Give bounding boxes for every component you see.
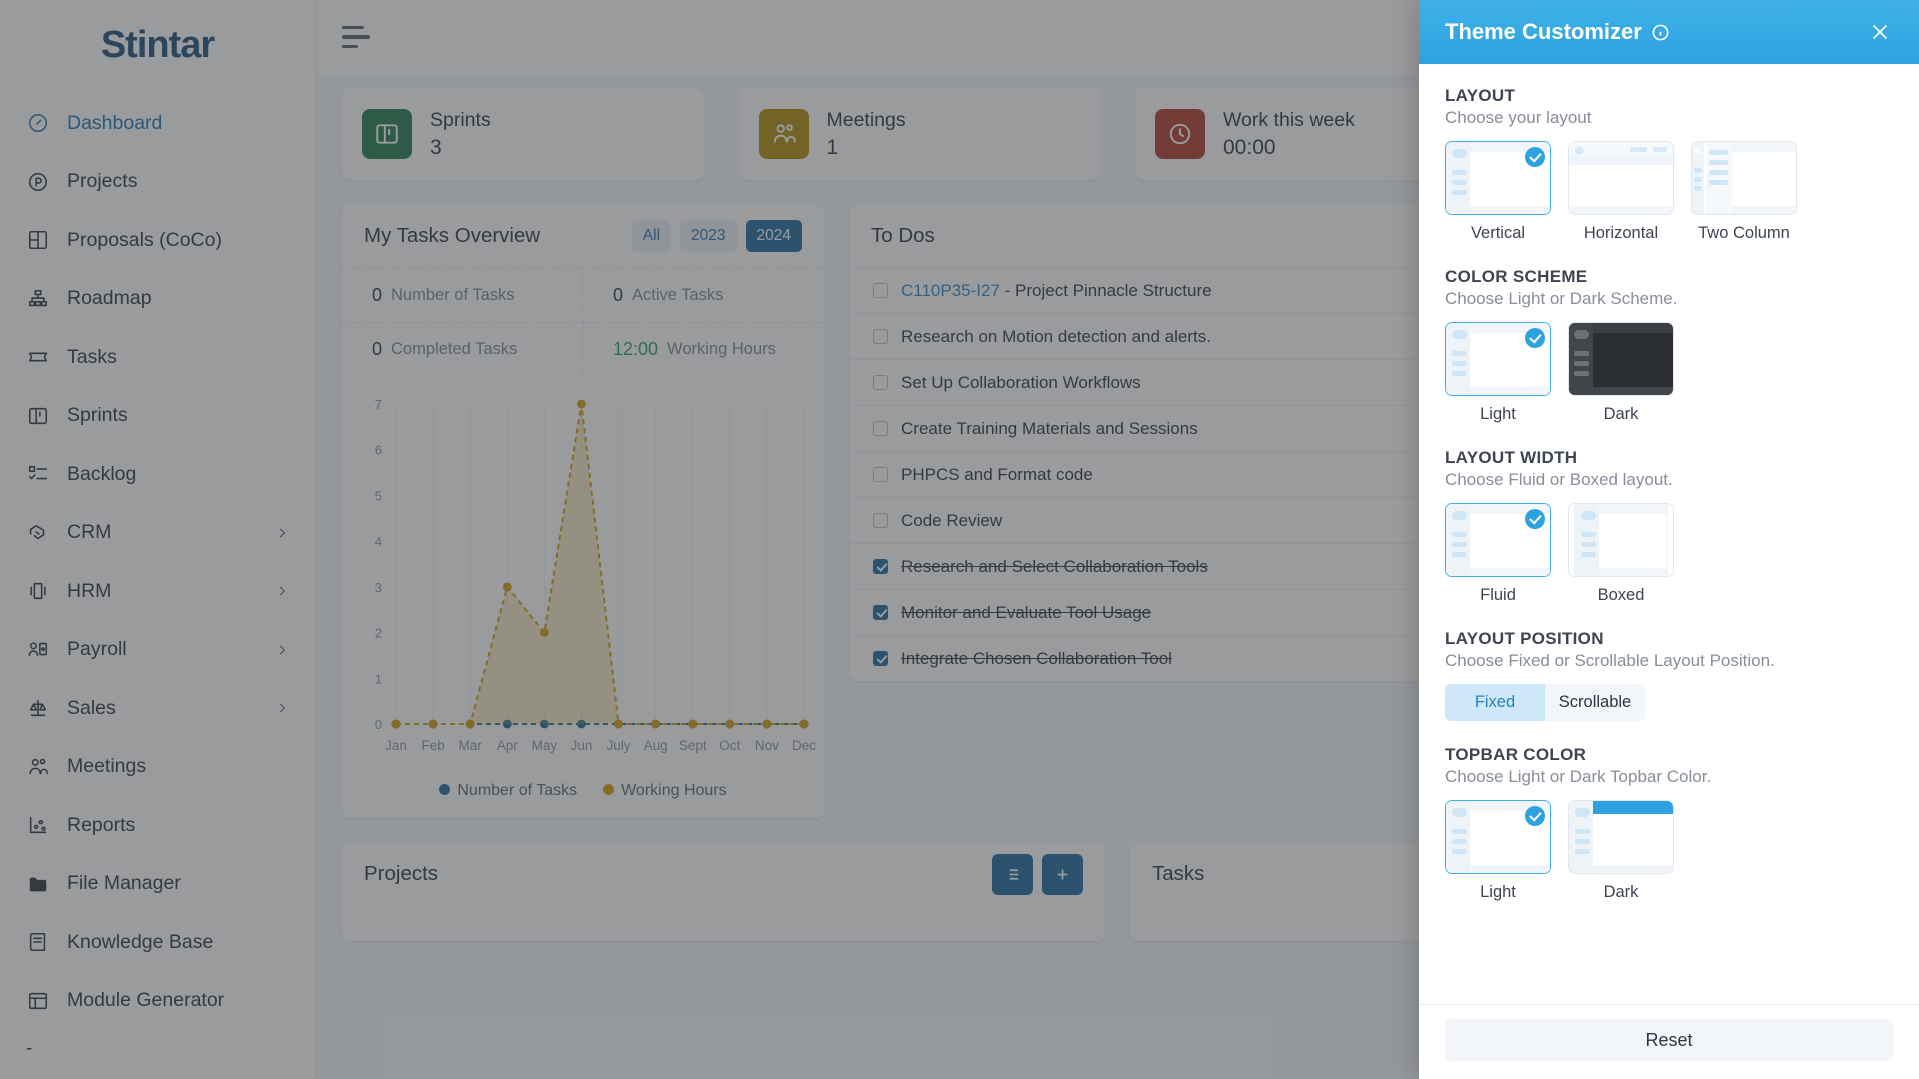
theme-option-label: Light [1480,405,1516,423]
theme-option-dark[interactable]: Dark [1568,322,1674,424]
section-subtitle: Choose Fluid or Boxed layout. [1445,470,1673,489]
theme-option-label: Boxed [1597,586,1645,604]
check-icon [1525,147,1545,167]
theme-option-horizontal[interactable]: Horizontal [1568,141,1674,243]
theme-option-dark[interactable]: Dark [1568,800,1674,902]
section-subtitle: Choose Light or Dark Scheme. [1445,289,1678,308]
section-title: LAYOUT POSITION [1445,629,1604,648]
theme-section: LAYOUT WIDTH Choose Fluid or Boxed layout… [1445,448,1893,605]
theme-option-label: Fluid [1480,586,1516,604]
theme-options: Light Dark [1445,800,1893,902]
theme-option-label: Vertical [1470,224,1526,242]
theme-option-label: Light [1480,883,1516,901]
theme-thumbnail[interactable] [1445,503,1551,577]
theme-option-label: Horizontal [1583,224,1659,242]
theme-thumbnail[interactable] [1568,141,1674,215]
theme-section: LAYOUT POSITION Choose Fixed or Scrollabl… [1445,629,1893,721]
theme-options: Vertical Horizontal Two Column [1445,141,1893,243]
section-subtitle: Choose Fixed or Scrollable Layout Positi… [1445,651,1775,670]
check-icon [1525,328,1545,348]
theme-option-fluid[interactable]: Fluid [1445,503,1551,605]
section-subtitle: Choose your layout [1445,108,1592,127]
theme-option-label: Two Column [1698,224,1790,242]
info-icon[interactable] [1651,23,1670,42]
layout-position-toggle: Fixed Scrollable [1445,684,1645,721]
segment-scrollable[interactable]: Scrollable [1545,684,1645,721]
theme-option-label: Dark [1603,405,1639,423]
theme-customizer-header: Theme Customizer [1419,0,1919,64]
close-icon[interactable] [1867,19,1893,45]
theme-section: COLOR SCHEME Choose Light or Dark Scheme.… [1445,267,1893,424]
check-icon [1525,509,1545,529]
segment-fixed[interactable]: Fixed [1445,684,1545,721]
check-icon [1525,806,1545,826]
section-title: LAYOUT [1445,86,1516,105]
section-title: COLOR SCHEME [1445,267,1588,286]
theme-thumbnail[interactable] [1568,800,1674,874]
theme-customizer-footer: Reset [1419,1004,1919,1079]
theme-thumbnail[interactable] [1568,322,1674,396]
theme-thumbnail[interactable] [1445,322,1551,396]
section-title: TOPBAR COLOR [1445,745,1587,764]
theme-options: Fluid Boxed [1445,503,1893,605]
theme-option-label: Dark [1603,883,1639,901]
theme-option-boxed[interactable]: Boxed [1568,503,1674,605]
theme-customizer-panel: Theme Customizer LAYOUT Choose your layou… [1419,0,1919,1079]
reset-button[interactable]: Reset [1445,1019,1893,1061]
theme-customizer-body: LAYOUT Choose your layout Vertical Horizont… [1419,64,1919,1004]
theme-options: Light Dark [1445,322,1893,424]
theme-option-light[interactable]: Light [1445,322,1551,424]
theme-section: LAYOUT Choose your layout Vertical Horizont… [1445,86,1893,243]
theme-customizer-title: Theme Customizer [1445,19,1642,44]
theme-thumbnail[interactable] [1691,141,1797,215]
theme-thumbnail[interactable] [1568,503,1674,577]
theme-option-light[interactable]: Light [1445,800,1551,902]
theme-thumbnail[interactable] [1445,141,1551,215]
theme-option-two-column[interactable]: Two Column [1691,141,1797,243]
theme-option-vertical[interactable]: Vertical [1445,141,1551,243]
theme-thumbnail[interactable] [1445,800,1551,874]
section-subtitle: Choose Light or Dark Topbar Color. [1445,767,1712,786]
section-title: LAYOUT WIDTH [1445,448,1578,467]
theme-section: TOPBAR COLOR Choose Light or Dark Topbar … [1445,745,1893,902]
